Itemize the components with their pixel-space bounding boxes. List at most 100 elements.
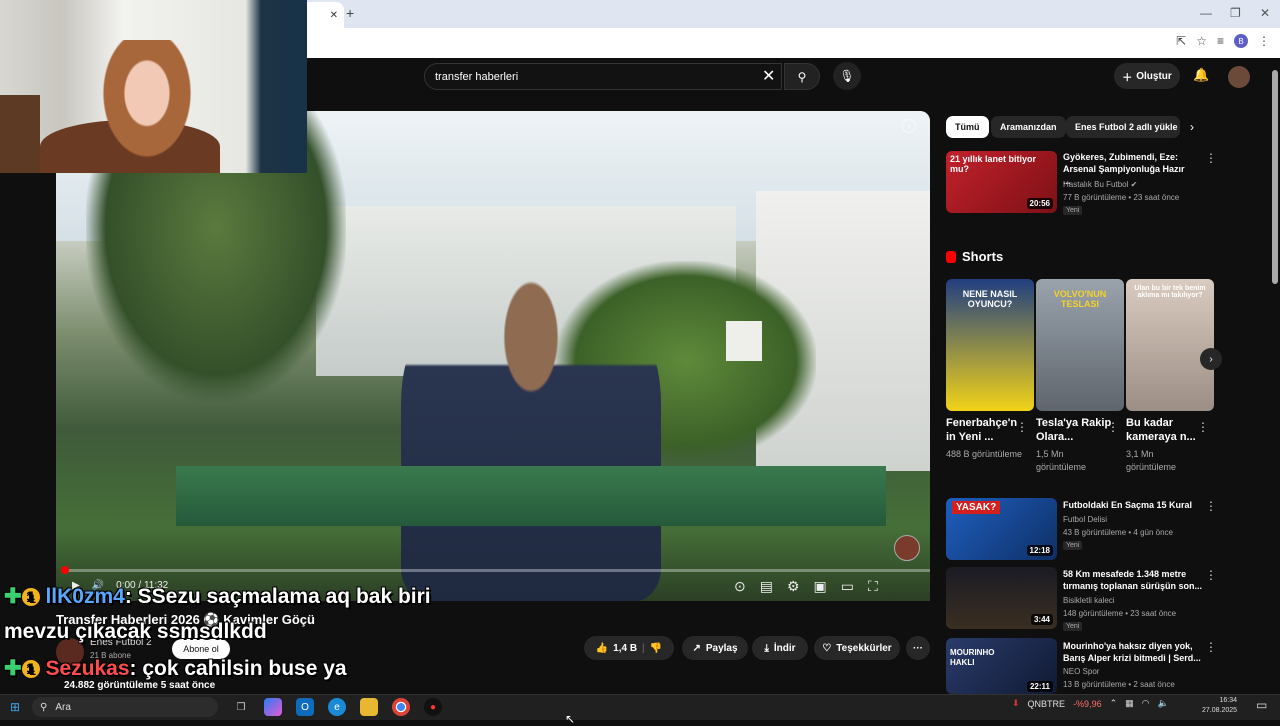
- video-menu-icon[interactable]: ⋮: [1205, 640, 1217, 654]
- copilot-icon[interactable]: [264, 698, 282, 716]
- video-thumbnail[interactable]: MOURINHO HAKLI 22:11: [946, 638, 1057, 694]
- video-frame-person: [401, 271, 661, 601]
- wifi-icon[interactable]: ◠: [1142, 698, 1150, 709]
- like-count[interactable]: 1,4 B: [613, 643, 637, 654]
- video-thumbnail[interactable]: YASAK? 12:18: [946, 498, 1057, 560]
- short-thumbnail[interactable]: VOLVO'NUN TESLASI: [1036, 279, 1124, 411]
- stock-ticker-change: -%9,96: [1073, 698, 1102, 709]
- settings-gear-icon[interactable]: ⚙: [787, 578, 800, 595]
- video-title[interactable]: 58 Km mesafede 1.348 metre tırmanış topl…: [1063, 568, 1203, 592]
- short-thumbnail[interactable]: Ulan bu bir tek benim aklıma mı takılıyo…: [1126, 279, 1214, 411]
- chat-username: llK0zm4: [45, 585, 125, 608]
- search-button[interactable]: ⚲: [784, 63, 820, 90]
- short-title[interactable]: Fenerbahçe'n in Yeni ...: [946, 416, 1022, 444]
- view-count-date: 24.882 görüntüleme 5 saat önce: [64, 680, 216, 691]
- chat-text: : SSezu saçmalama aq bak biri: [124, 585, 431, 608]
- network-icon[interactable]: ▦: [1125, 698, 1134, 709]
- close-window-icon[interactable]: ✕: [1260, 6, 1270, 20]
- video-channel: Futbol Delisi: [1063, 515, 1108, 524]
- thanks-button[interactable]: ♡ Teşekkürler: [814, 636, 900, 660]
- thumbnail-text: 21 yıllık lanet bitiyor mu?: [950, 154, 1037, 174]
- file-explorer-icon[interactable]: [360, 698, 378, 716]
- streaming-app-icon[interactable]: ●: [424, 698, 442, 716]
- share-button[interactable]: ↗ Paylaş: [682, 636, 748, 660]
- stock-ticker-name[interactable]: QNBTRE: [1028, 699, 1066, 709]
- media-icon[interactable]: ≡: [1217, 34, 1224, 48]
- chevron-right-icon[interactable]: ›: [1190, 120, 1194, 134]
- progress-bar[interactable]: [62, 569, 930, 572]
- search-input[interactable]: transfer haberleri: [424, 63, 782, 90]
- search-icon: ⚲: [40, 701, 48, 713]
- short-title[interactable]: Tesla'ya Rakip Olara...: [1036, 416, 1112, 444]
- short-menu-icon[interactable]: ⋮: [1107, 420, 1119, 434]
- info-icon[interactable]: i: [902, 119, 916, 133]
- bookmark-star-icon[interactable]: ☆: [1196, 34, 1207, 48]
- video-duration: 22:11: [1026, 681, 1053, 692]
- video-frame-sign: [726, 321, 762, 361]
- short-views: 1,5 Mn görüntüleme: [1036, 449, 1087, 472]
- progress-scrubber[interactable]: [61, 566, 69, 574]
- volume-tray-icon[interactable]: 🔈: [1158, 698, 1169, 709]
- video-player[interactable]: i: [56, 111, 930, 601]
- miniplayer-icon[interactable]: ▣: [814, 578, 827, 595]
- create-label: Oluştur: [1136, 70, 1172, 82]
- task-view-icon[interactable]: ❒: [232, 698, 250, 716]
- dislike-icon[interactable]: 👎: [650, 643, 662, 654]
- profile-avatar[interactable]: B: [1234, 34, 1248, 48]
- webcam-overlay: [0, 0, 307, 173]
- download-button[interactable]: ⤓ İndir: [752, 636, 808, 660]
- more-actions-button[interactable]: ···: [906, 636, 930, 660]
- share-label: Paylaş: [705, 642, 738, 654]
- chip-all[interactable]: Tümü: [946, 116, 989, 138]
- clock-date: 27.08.2025: [1202, 707, 1238, 714]
- video-thumbnail[interactable]: 21 yıllık lanet bitiyor mu? 20:56: [946, 151, 1057, 213]
- subtitles-icon[interactable]: ▤: [760, 578, 773, 595]
- video-meta: 77 B görüntüleme • 23 saat önce: [1063, 193, 1180, 202]
- outlook-icon[interactable]: O: [296, 698, 314, 716]
- maximize-icon[interactable]: ❐: [1230, 6, 1241, 20]
- video-title[interactable]: Futboldaki En Saçma 15 Kural: [1063, 499, 1193, 511]
- short-title[interactable]: Bu kadar kameraya n...: [1126, 416, 1202, 444]
- scrollbar-thumb[interactable]: [1272, 70, 1278, 284]
- tray-chevron-up-icon[interactable]: ⌃: [1110, 698, 1118, 709]
- video-menu-icon[interactable]: ⋮: [1205, 568, 1217, 582]
- account-avatar[interactable]: [1228, 66, 1250, 88]
- video-title[interactable]: Mourinho'ya haksız diyen yok, Barış Alpe…: [1063, 640, 1203, 664]
- like-icon[interactable]: 👍: [596, 643, 608, 654]
- minimize-icon[interactable]: —: [1200, 6, 1212, 20]
- short-menu-icon[interactable]: ⋮: [1016, 420, 1028, 434]
- taskbar-clock[interactable]: 16:34 27.08.2025: [1202, 696, 1237, 716]
- tab-close-icon[interactable]: ✕: [330, 10, 338, 21]
- like-dislike-group: 👍 1,4 B | 👎: [584, 636, 674, 660]
- short-thumbnail[interactable]: NENE NASIL OYUNCU?: [946, 279, 1034, 411]
- fullscreen-icon[interactable]: ⛶: [868, 578, 878, 595]
- autoplay-toggle-icon[interactable]: ⊙: [734, 578, 746, 595]
- create-button[interactable]: ＋ Oluştur: [1114, 63, 1180, 89]
- chrome-icon[interactable]: [392, 698, 410, 716]
- video-menu-icon[interactable]: ⋮: [1205, 499, 1217, 513]
- clear-search-icon[interactable]: ✕: [762, 66, 775, 86]
- voice-search-button[interactable]: 🎙: [833, 62, 861, 90]
- theater-mode-icon[interactable]: ▭: [841, 578, 854, 595]
- taskbar-search[interactable]: ⚲ Ara: [32, 697, 218, 717]
- notifications-icon[interactable]: ▭: [1256, 698, 1267, 712]
- download-icon: ⤓: [764, 642, 769, 654]
- video-frame-bench: [176, 466, 886, 526]
- windows-start-icon[interactable]: ⊞: [10, 700, 20, 714]
- menu-kebab-icon[interactable]: ⋮: [1258, 34, 1270, 48]
- short-menu-icon[interactable]: ⋮: [1197, 420, 1209, 434]
- shorts-next-button[interactable]: ›: [1200, 348, 1222, 370]
- channel-watermark[interactable]: [894, 535, 920, 561]
- notifications-bell-icon[interactable]: 🔔: [1193, 67, 1209, 83]
- chip-channel-uploads[interactable]: Enes Futbol 2 adlı yükle: [1066, 116, 1180, 138]
- video-duration: 12:18: [1026, 545, 1053, 556]
- edge-icon[interactable]: e: [328, 698, 346, 716]
- video-thumbnail[interactable]: 3:44: [946, 567, 1057, 629]
- chat-message: ✚ 1 llK0zm4: SSezu saçmalama aq bak biri: [4, 584, 431, 609]
- thanks-icon: ♡: [822, 642, 832, 654]
- new-tab-button[interactable]: +: [346, 5, 354, 21]
- stock-down-icon: ⬇: [1012, 698, 1020, 708]
- chip-from-search[interactable]: Aramanızdan: [991, 116, 1066, 138]
- video-menu-icon[interactable]: ⋮: [1205, 151, 1217, 165]
- install-icon[interactable]: ⇱: [1176, 34, 1186, 48]
